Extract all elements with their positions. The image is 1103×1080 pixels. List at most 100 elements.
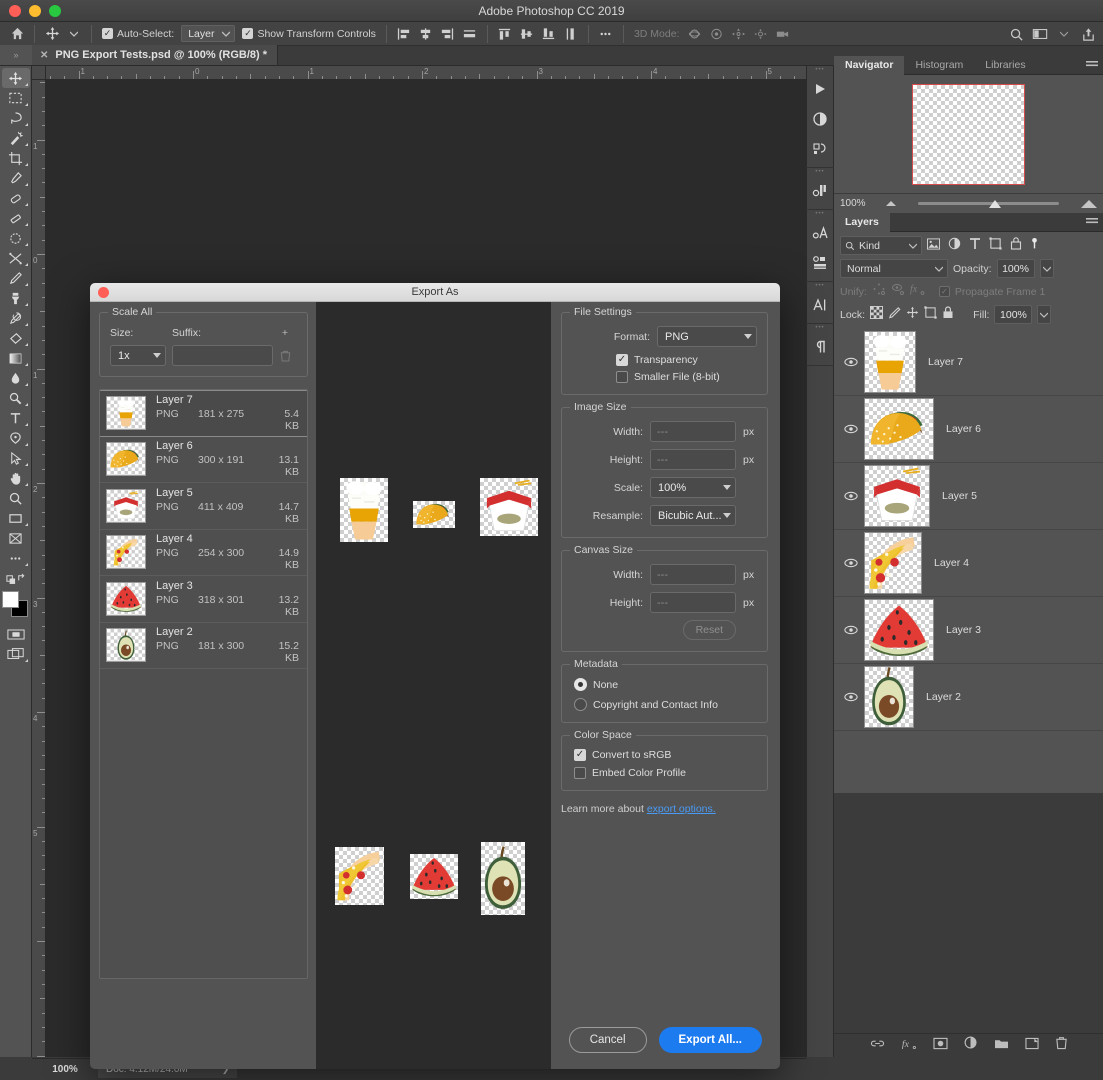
layer-mask-icon[interactable] (932, 1037, 948, 1055)
smaller-file-checkbox[interactable] (616, 371, 628, 383)
opacity-input[interactable]: 100% (996, 259, 1035, 278)
align-horizontal-centers-icon[interactable] (415, 24, 437, 44)
adjustment-layer-icon[interactable] (964, 1036, 978, 1055)
layer-row[interactable]: Layer 2 (834, 664, 1103, 731)
zoom-tool[interactable] (2, 488, 30, 508)
close-icon[interactable]: ✕ (40, 50, 48, 61)
3d-slide-icon[interactable] (749, 24, 771, 44)
distribute-vertical-icon[interactable] (560, 24, 582, 44)
shuffle-tool[interactable] (2, 248, 30, 268)
share-icon[interactable] (1077, 24, 1099, 44)
suffix-input[interactable] (172, 345, 273, 366)
pen-tool[interactable] (2, 428, 30, 448)
magic-wand-tool[interactable] (2, 128, 30, 148)
resample-dropdown[interactable]: Bicubic Aut... (650, 505, 736, 526)
convert-srgb-row[interactable]: ✓ Convert to sRGB (572, 749, 757, 761)
tab-histogram[interactable]: Histogram (904, 56, 974, 75)
blur-tool[interactable] (2, 368, 30, 388)
layer-list[interactable]: Layer 7 Layer 6 Layer 5 Layer 4 Layer 3 (834, 329, 1103, 793)
brush-tool[interactable] (2, 268, 30, 288)
export-options-link[interactable]: export options. (647, 803, 716, 815)
3d-camera-icon[interactable] (771, 24, 793, 44)
link-layers-icon[interactable] (870, 1037, 885, 1055)
layer-thumbnail[interactable] (864, 398, 934, 460)
layer-row[interactable]: Layer 7 (834, 329, 1103, 396)
horizontal-ruler[interactable]: 1 0 1 2 3 4 5 (46, 66, 806, 80)
lock-image-icon[interactable] (888, 306, 901, 324)
embed-profile-row[interactable]: Embed Color Profile (572, 767, 757, 779)
properties-icon[interactable] (806, 248, 834, 278)
dodge-tool[interactable] (2, 388, 30, 408)
reset-button[interactable]: Reset (682, 620, 736, 640)
export-item-row[interactable]: Layer 3 PNG 318 x 301 13.2 KB (100, 576, 307, 623)
export-items-list[interactable]: Layer 7 PNG 181 x 275 5.4 KB Layer 6 PNG… (99, 389, 308, 979)
layer-thumbnail[interactable] (864, 465, 930, 527)
quick-mask-icon[interactable] (2, 624, 30, 644)
timeline-play-icon[interactable] (806, 74, 834, 104)
align-bottom-edges-icon[interactable] (538, 24, 560, 44)
layer-visibility-toggle[interactable] (838, 625, 864, 635)
path-selection-tool[interactable] (2, 448, 30, 468)
gradient-tool[interactable] (2, 348, 30, 368)
panel-menu-icon[interactable] (1086, 217, 1098, 229)
embed-profile-checkbox[interactable] (574, 767, 586, 779)
new-group-icon[interactable] (994, 1037, 1009, 1055)
more-options-icon[interactable] (595, 24, 617, 44)
panel-grip[interactable]: ••• (806, 282, 834, 290)
type-filter-icon[interactable] (969, 237, 981, 255)
add-scale-button[interactable]: + (273, 327, 297, 339)
lock-position-icon[interactable] (906, 306, 919, 324)
metadata-none-radio[interactable] (574, 678, 587, 691)
character-icon[interactable] (806, 290, 834, 320)
foreground-color-swatch[interactable] (1, 591, 19, 608)
tab-layers[interactable]: Layers (834, 212, 890, 232)
layer-row[interactable]: Layer 5 (834, 463, 1103, 530)
adjustment-filter-icon[interactable] (948, 237, 961, 255)
export-item-row[interactable]: Layer 6 PNG 300 x 191 13.1 KB (100, 437, 307, 483)
cancel-button[interactable]: Cancel (568, 1027, 647, 1053)
patch-tool[interactable] (2, 208, 30, 228)
zoom-slider-thumb[interactable] (988, 199, 1001, 208)
3d-orbit-icon[interactable] (683, 24, 705, 44)
rectangle-tool[interactable] (2, 508, 30, 528)
crop-tool[interactable] (2, 148, 30, 168)
trash-icon[interactable] (273, 350, 297, 362)
status-zoom-level[interactable]: 100% (32, 1064, 98, 1075)
lock-artboard-icon[interactable] (924, 305, 937, 324)
layer-row[interactable]: Layer 4 (834, 530, 1103, 597)
chevron-down-icon[interactable] (1053, 24, 1075, 44)
canvas-width-input[interactable]: --- (650, 564, 736, 585)
red-eye-tool[interactable] (2, 228, 30, 248)
zoom-slider[interactable] (896, 194, 1081, 214)
swap-colors-icon[interactable] (2, 568, 30, 588)
align-right-edges-icon[interactable] (437, 24, 459, 44)
image-width-input[interactable]: --- (650, 421, 736, 442)
delete-layer-icon[interactable] (1055, 1036, 1068, 1055)
filter-toggle-icon[interactable] (1030, 236, 1039, 255)
new-layer-icon[interactable] (1024, 1037, 1039, 1055)
layer-thumbnail[interactable] (864, 532, 922, 594)
eyedropper-tool[interactable] (2, 168, 30, 188)
panel-grip[interactable]: ••• (806, 324, 834, 332)
align-top-edges-icon[interactable] (494, 24, 516, 44)
format-dropdown[interactable]: PNG (657, 326, 757, 347)
smart-object-filter-icon[interactable] (1010, 236, 1022, 255)
show-transform-controls-checkbox[interactable]: ✓ (242, 28, 254, 39)
navigator-thumbnail[interactable] (912, 83, 1025, 185)
navigator-zoom-value[interactable]: 100% (840, 198, 886, 209)
layer-thumbnail[interactable] (864, 331, 916, 393)
shape-filter-icon[interactable] (989, 236, 1002, 255)
align-vertical-centers-icon[interactable] (516, 24, 538, 44)
export-item-row[interactable]: Layer 7 PNG 181 x 275 5.4 KB (100, 390, 307, 437)
styles-icon[interactable] (806, 134, 834, 164)
lock-all-icon[interactable] (942, 305, 954, 324)
tab-navigator[interactable]: Navigator (834, 55, 905, 75)
export-item-row[interactable]: Layer 4 PNG 254 x 300 14.9 KB (100, 530, 307, 576)
move-tool-icon[interactable] (41, 24, 63, 44)
screen-mode-icon[interactable] (2, 644, 30, 664)
fill-stepper[interactable] (1037, 305, 1052, 324)
adjustments-icon[interactable] (806, 104, 834, 134)
paragraph-icon[interactable] (806, 332, 834, 362)
fill-input[interactable]: 100% (994, 305, 1033, 324)
spot-healing-tool[interactable] (2, 188, 30, 208)
